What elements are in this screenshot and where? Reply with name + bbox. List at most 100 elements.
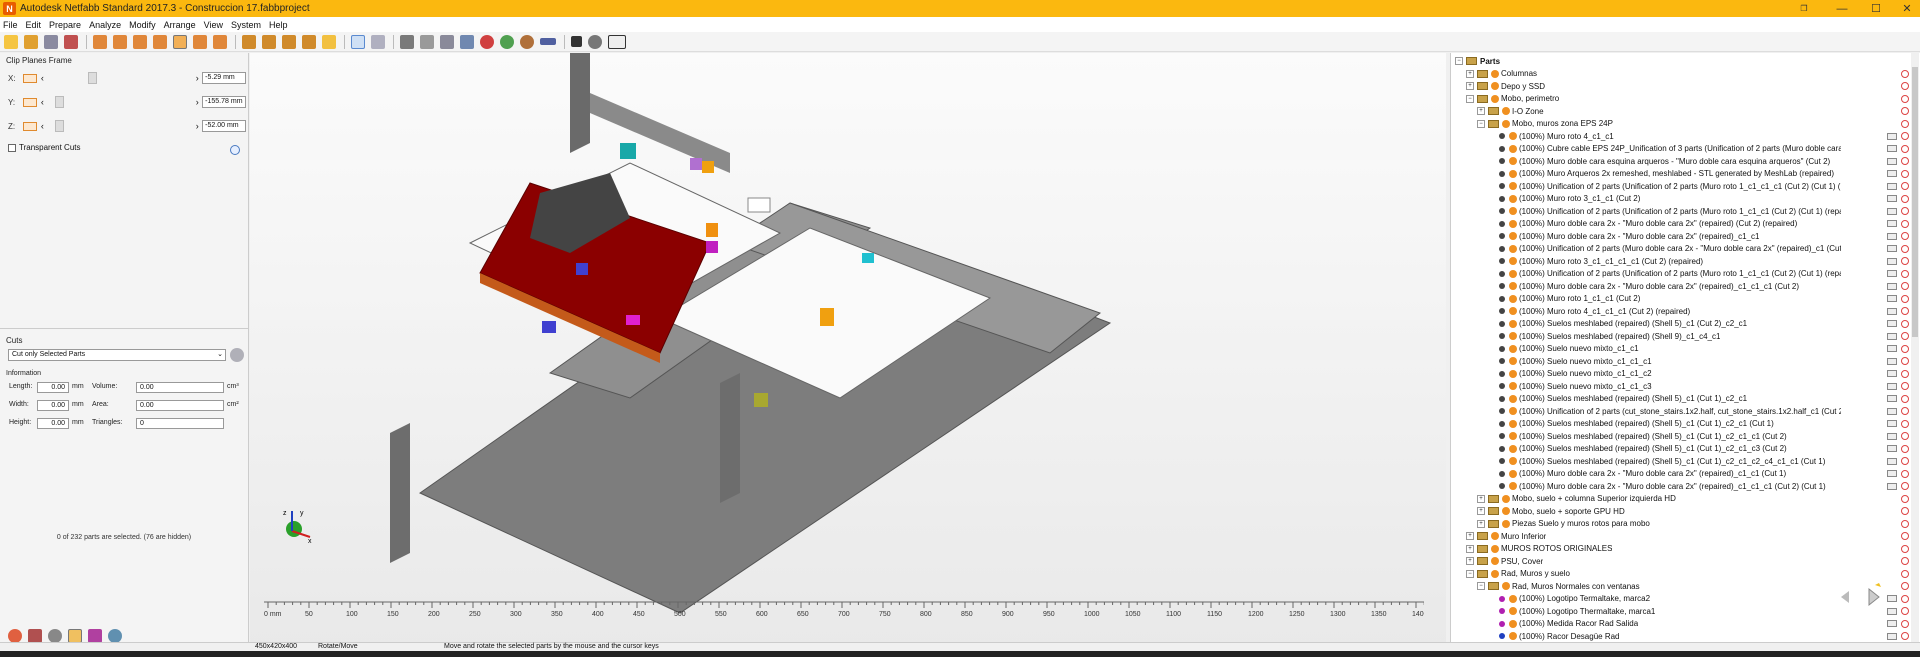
left-column[interactable] [390, 423, 410, 563]
collapse-icon[interactable]: − [1466, 569, 1474, 578]
tree-folder-row[interactable]: + PSU, Cover [1451, 555, 1920, 568]
remove-part-icon[interactable] [1901, 232, 1909, 241]
visibility-icon[interactable] [1509, 319, 1517, 328]
visibility-icon[interactable] [1491, 544, 1499, 553]
tree-scrollbar[interactable] [1911, 53, 1919, 649]
visibility-icon[interactable] [1509, 419, 1517, 428]
remove-part-icon[interactable] [1901, 632, 1909, 641]
close-button[interactable]: ✕ [1893, 0, 1920, 17]
maximize-button[interactable]: ☐ [1862, 0, 1890, 17]
visibility-icon[interactable] [1491, 569, 1499, 578]
tree-scrollbar-thumb[interactable] [1912, 67, 1918, 337]
tree-part-row[interactable]: (100%) Muro doble cara 2x - "Muro doble … [1451, 468, 1920, 481]
visibility-icon[interactable] [1509, 294, 1517, 303]
tree-part-row[interactable]: (100%) Muro doble cara 2x - "Muro doble … [1451, 480, 1920, 493]
cuts-dropdown[interactable]: Cut only Selected Parts ⌄ [8, 349, 226, 361]
front-column[interactable] [720, 373, 740, 503]
remove-part-icon[interactable] [1901, 482, 1909, 491]
tree-part-row[interactable]: (100%) Suelo nuevo mixto_c1_c1_c1 [1451, 355, 1920, 368]
tower-wall[interactable] [570, 53, 590, 153]
reset-clip-icon[interactable] [230, 145, 240, 155]
tab-parts-icon[interactable] [68, 629, 82, 643]
purple-part[interactable] [690, 158, 702, 170]
visibility-icon[interactable] [1491, 94, 1499, 103]
apply-cut-icon[interactable] [230, 348, 244, 362]
visibility-icon[interactable] [1509, 607, 1517, 616]
shading-icon[interactable] [400, 34, 414, 49]
visibility-icon[interactable] [1491, 557, 1499, 566]
menu-modify[interactable]: Modify [129, 20, 156, 30]
remove-part-icon[interactable] [1901, 244, 1909, 253]
remove-part-icon[interactable] [1901, 94, 1909, 103]
cyan-part[interactable] [620, 143, 636, 159]
magenta-part[interactable] [706, 241, 718, 253]
visibility-icon[interactable] [1509, 219, 1517, 228]
pink-part[interactable] [626, 315, 640, 325]
remove-part-icon[interactable] [1901, 432, 1909, 441]
remove-part-icon[interactable] [1901, 132, 1909, 141]
menu-arrange[interactable]: Arrange [164, 20, 196, 30]
expand-icon[interactable]: + [1466, 69, 1474, 78]
clip-z-increase-icon[interactable]: › [192, 121, 202, 131]
clip-y-decrease-icon[interactable]: ‹ [41, 97, 51, 107]
clip-y-slider[interactable] [51, 96, 192, 108]
ruler-icon[interactable] [540, 38, 556, 45]
view-top-icon[interactable] [173, 34, 187, 49]
menu-edit[interactable]: Edit [26, 20, 42, 30]
remove-part-icon[interactable] [1901, 444, 1909, 453]
remove-part-icon[interactable] [1901, 407, 1909, 416]
visibility-icon[interactable] [1491, 532, 1499, 541]
tree-part-row[interactable]: (100%) Unification of 2 parts (cut_stone… [1451, 405, 1920, 418]
remove-part-icon[interactable] [1901, 369, 1909, 378]
tree-part-row[interactable]: (100%) Suelos meshlabed (repaired) (Shel… [1451, 455, 1920, 468]
remove-part-icon[interactable] [1901, 319, 1909, 328]
view-front-icon[interactable] [93, 34, 107, 49]
visibility-icon[interactable] [1509, 282, 1517, 291]
remove-part-icon[interactable] [1901, 582, 1909, 591]
collapse-icon[interactable]: − [1477, 119, 1485, 128]
model-scene[interactable] [250, 53, 1446, 649]
clip-z-toggle[interactable] [22, 121, 37, 131]
expand-icon[interactable]: + [1466, 82, 1474, 91]
tree-folder-row[interactable]: + MUROS ROTOS ORIGINALES [1451, 543, 1920, 556]
remove-part-icon[interactable] [1901, 532, 1909, 541]
expand-icon[interactable]: + [1477, 494, 1485, 503]
remove-part-icon[interactable] [1901, 357, 1909, 366]
visibility-icon[interactable] [1509, 469, 1517, 478]
remove-part-icon[interactable] [1901, 519, 1909, 528]
remove-part-icon[interactable] [1901, 569, 1909, 578]
color-icon[interactable] [480, 34, 494, 49]
restore-layout-icon[interactable]: ❐ [1790, 0, 1818, 17]
tree-part-row[interactable]: (100%) Muro roto 3_c1_c1 (Cut 2) [1451, 193, 1920, 206]
tree-part-row[interactable]: (100%) Suelo nuevo mixto_c1_c1_c3 [1451, 380, 1920, 393]
remove-part-icon[interactable] [1901, 607, 1909, 616]
tree-part-row[interactable]: (100%) Racor Desagüe Rad [1451, 630, 1920, 643]
menu-file[interactable]: File [3, 20, 18, 30]
clip-z-slider-thumb[interactable] [54, 120, 64, 132]
visibility-icon[interactable] [1509, 457, 1517, 466]
tab-colors-icon[interactable] [88, 629, 102, 643]
remove-part-icon[interactable] [1901, 119, 1909, 128]
tree-part-row[interactable]: (100%) Muro doble cara 2x - "Muro doble … [1451, 218, 1920, 231]
remove-part-icon[interactable] [1901, 207, 1909, 216]
remove-part-icon[interactable] [1901, 594, 1909, 603]
remove-part-icon[interactable] [1901, 169, 1909, 178]
tab-settings-icon[interactable] [28, 629, 42, 643]
zoom-parts-icon[interactable] [242, 34, 256, 49]
color-mode-icon[interactable] [500, 34, 514, 49]
add-part-icon[interactable] [24, 34, 38, 49]
menu-view[interactable]: View [204, 20, 223, 30]
tree-folder-row[interactable]: + Mobo, suelo + soporte GPU HD [1451, 505, 1920, 518]
repair-icon[interactable] [44, 34, 58, 49]
visibility-icon[interactable] [1509, 194, 1517, 203]
visibility-icon[interactable] [1509, 257, 1517, 266]
tree-part-row[interactable]: (100%) Suelos meshlabed (repaired) (Shel… [1451, 393, 1920, 406]
remove-part-icon[interactable] [1901, 194, 1909, 203]
tree-part-row[interactable]: (100%) Unification of 2 parts (Unificati… [1451, 205, 1920, 218]
texture-icon[interactable] [460, 34, 474, 49]
tree-part-row[interactable]: (100%) Muro roto 4_c1_c1_c1 (Cut 2) (rep… [1451, 305, 1920, 318]
zoom-window-icon[interactable] [302, 34, 316, 49]
expand-icon[interactable]: + [1477, 107, 1485, 116]
visibility-icon[interactable] [1509, 182, 1517, 191]
remove-part-icon[interactable] [1901, 294, 1909, 303]
